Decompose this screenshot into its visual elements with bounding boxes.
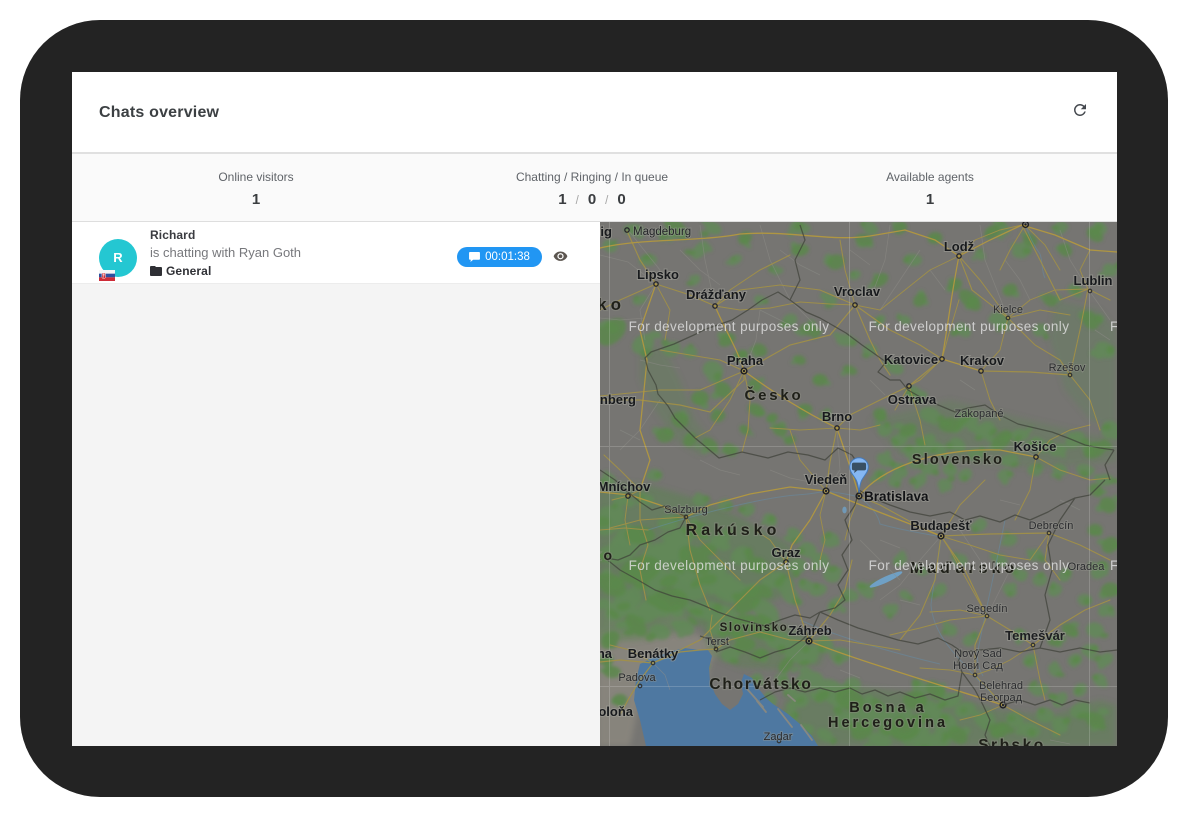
svg-text:Temešvár: Temešvár <box>1005 628 1065 643</box>
svg-text:Rakúsko: Rakúsko <box>686 522 781 539</box>
svg-text:Bosna a: Bosna a <box>849 700 926 716</box>
svg-text:Brno: Brno <box>822 409 852 424</box>
svg-text:Zadar: Zadar <box>764 731 793 743</box>
svg-text:na: na <box>600 646 613 661</box>
svg-text:Oradea: Oradea <box>1068 561 1106 573</box>
svg-text:Budapešť: Budapešť <box>910 518 972 533</box>
svg-text:Katovice: Katovice <box>884 352 938 367</box>
svg-text:Chorvátsko: Chorvátsko <box>709 676 812 693</box>
svg-text:Magdeburg: Magdeburg <box>633 226 691 238</box>
svg-text:Ostrava: Ostrava <box>888 392 937 407</box>
svg-text:Srbsko: Srbsko <box>978 737 1046 746</box>
svg-text:Terst: Terst <box>705 636 729 648</box>
svg-text:Bratislava: Bratislava <box>864 489 929 504</box>
svg-text:Salzburg: Salzburg <box>664 504 707 516</box>
svg-text:Rzešov: Rzešov <box>1049 362 1086 374</box>
svg-text:For development purposes only: For development purposes only <box>629 319 830 334</box>
svg-text:For development purposes only: For development purposes only <box>629 558 830 573</box>
svg-text:For development purposes only: For development purposes only <box>869 319 1070 334</box>
svg-text:Lublin: Lublin <box>1074 273 1113 288</box>
svg-text:Lipsko: Lipsko <box>637 267 679 282</box>
svg-text:Belehrad: Belehrad <box>979 680 1023 692</box>
svg-text:ko: ko <box>600 295 625 314</box>
svg-text:Česko: Česko <box>744 386 803 404</box>
svg-text:Padova: Padova <box>618 672 656 684</box>
svg-text:ško: ško <box>600 547 615 563</box>
svg-text:Kielce: Kielce <box>993 304 1023 316</box>
svg-text:For deve: For deve <box>1110 558 1117 573</box>
svg-text:For development purposes only: For development purposes only <box>869 558 1070 573</box>
svg-text:Vroclav: Vroclav <box>834 284 881 299</box>
svg-text:Viedeň: Viedeň <box>805 472 847 487</box>
svg-text:nberg: nberg <box>600 392 636 407</box>
svg-text:eig: eig <box>600 224 612 239</box>
svg-text:For deve: For deve <box>1110 319 1117 334</box>
svg-text:oloňa: oloňa <box>600 704 634 719</box>
svg-text:Slovinsko: Slovinsko <box>720 622 789 634</box>
svg-text:Београд: Београд <box>980 692 1023 704</box>
svg-text:Hercegovina: Hercegovina <box>828 715 948 731</box>
svg-text:Košice: Košice <box>1014 439 1057 454</box>
svg-text:Segedín: Segedín <box>967 603 1008 615</box>
svg-text:Нови Сад: Нови Сад <box>953 660 1003 672</box>
svg-text:Lodž: Lodž <box>944 239 975 254</box>
svg-text:Drážďany: Drážďany <box>686 287 747 302</box>
svg-text:Nový Sad: Nový Sad <box>954 648 1002 660</box>
svg-text:Praha: Praha <box>727 353 764 368</box>
svg-text:Krakov: Krakov <box>960 353 1005 368</box>
svg-text:Záhreb: Záhreb <box>788 623 831 638</box>
svg-text:Slovensko: Slovensko <box>912 452 1004 468</box>
svg-text:Benátky: Benátky <box>628 646 679 661</box>
svg-text:Debrecín: Debrecín <box>1029 520 1074 532</box>
svg-text:Mníchov: Mníchov <box>600 479 651 494</box>
svg-text:Zakopané: Zakopané <box>955 408 1004 420</box>
